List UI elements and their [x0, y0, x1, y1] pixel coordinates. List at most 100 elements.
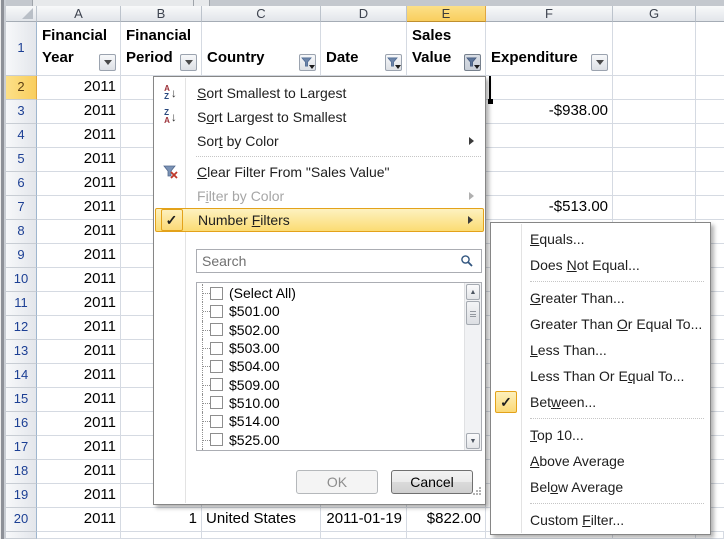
list-item-5[interactable]: $509.00 — [197, 375, 464, 393]
row-header-6[interactable]: 6 — [6, 172, 37, 196]
row-header-18[interactable]: 18 — [6, 460, 37, 484]
cell-G3[interactable] — [613, 100, 696, 124]
row-header-12[interactable]: 12 — [6, 316, 37, 340]
cell-A14[interactable]: 2011 — [37, 364, 121, 388]
cell-E20[interactable]: $822.00 — [407, 508, 486, 532]
cell-H4[interactable] — [696, 124, 724, 148]
cell-A16[interactable]: 2011 — [37, 412, 121, 436]
resize-grip[interactable] — [472, 483, 482, 501]
row-header-19[interactable]: 19 — [6, 484, 37, 508]
filter-dropdown-button-B[interactable] — [180, 54, 197, 71]
menu-item-number-filters[interactable]: ✓Number Filters — [155, 208, 484, 232]
cell-A17[interactable]: 2011 — [37, 436, 121, 460]
cell-H7[interactable] — [696, 196, 724, 220]
cell-C21-partial[interactable] — [202, 532, 321, 539]
list-item-7[interactable]: $514.00 — [197, 412, 464, 430]
search-icon[interactable] — [460, 254, 474, 273]
cell-A1[interactable]: FinancialYear — [37, 22, 121, 76]
row-header-17[interactable]: 17 — [6, 436, 37, 460]
checkbox-unchecked[interactable] — [210, 415, 223, 428]
column-header-H-partial[interactable] — [696, 6, 724, 22]
cell-A6[interactable]: 2011 — [37, 172, 121, 196]
scroll-up-button[interactable]: ▲ — [466, 284, 480, 300]
scroll-down-button[interactable]: ▼ — [466, 433, 480, 449]
select-all-corner[interactable] — [6, 6, 37, 22]
cell-F5[interactable] — [486, 148, 613, 172]
cell-B21-partial[interactable] — [121, 532, 202, 539]
cell-A2[interactable]: 2011 — [37, 76, 121, 100]
row-header-9[interactable]: 9 — [6, 244, 37, 268]
column-header-E[interactable]: E — [407, 6, 486, 22]
cell-F3[interactable]: -$938.00 — [486, 100, 613, 124]
filter-active-button-E[interactable] — [464, 54, 481, 71]
row-header-4[interactable]: 4 — [6, 124, 37, 148]
cell-A21-partial[interactable] — [37, 532, 121, 539]
list-item-2[interactable]: $502.00 — [197, 321, 464, 339]
cell-G2[interactable] — [613, 76, 696, 100]
checkbox-unchecked[interactable] — [210, 396, 223, 409]
list-item-6[interactable]: $510.00 — [197, 394, 464, 412]
list-item-1[interactable]: $501.00 — [197, 302, 464, 320]
cell-F7[interactable]: -$513.00 — [486, 196, 613, 220]
column-header-A[interactable]: A — [37, 6, 121, 22]
cell-A7[interactable]: 2011 — [37, 196, 121, 220]
submenu-item-below-average[interactable]: Below Average — [491, 474, 710, 500]
cell-H1-partial[interactable] — [696, 22, 724, 76]
checkbox-unchecked[interactable] — [210, 378, 223, 391]
menu-item-sort-by-color[interactable]: Sort by Color — [155, 129, 484, 153]
cell-H3[interactable] — [696, 100, 724, 124]
search-input[interactable] — [196, 249, 482, 273]
submenu-item-above-average[interactable]: Above Average — [491, 448, 710, 474]
row-header-14[interactable]: 14 — [6, 364, 37, 388]
scrollbar-thumb[interactable] — [466, 301, 480, 325]
row-header-3[interactable]: 3 — [6, 100, 37, 124]
filter-dropdown-button-A[interactable] — [99, 54, 116, 71]
cell-E1[interactable]: SalesValue — [407, 22, 486, 76]
cancel-button[interactable]: Cancel — [391, 470, 473, 494]
cell-A18[interactable]: 2011 — [37, 460, 121, 484]
checkbox-unchecked[interactable] — [210, 305, 223, 318]
row-header-20[interactable]: 20 — [6, 508, 37, 532]
cell-A3[interactable]: 2011 — [37, 100, 121, 124]
cell-H5[interactable] — [696, 148, 724, 172]
row-header-10[interactable]: 10 — [6, 268, 37, 292]
submenu-item-greater-than-or-equal-to[interactable]: Greater Than Or Equal To... — [491, 311, 710, 337]
row-header-7[interactable]: 7 — [6, 196, 37, 220]
cell-G4[interactable] — [613, 124, 696, 148]
cell-F6[interactable] — [486, 172, 613, 196]
row-header-2[interactable]: 2 — [6, 76, 37, 100]
cell-A10[interactable]: 2011 — [37, 268, 121, 292]
row-header-13[interactable]: 13 — [6, 340, 37, 364]
column-header-F[interactable]: F — [486, 6, 613, 22]
checkbox-unchecked[interactable] — [210, 342, 223, 355]
submenu-item-does-not-equal[interactable]: Does Not Equal... — [491, 252, 710, 278]
cell-G6[interactable] — [613, 172, 696, 196]
row-header-1[interactable]: 1 — [6, 22, 37, 76]
cell-A12[interactable]: 2011 — [37, 316, 121, 340]
cell-A4[interactable]: 2011 — [37, 124, 121, 148]
checkbox-unchecked[interactable] — [210, 287, 223, 300]
cell-A11[interactable]: 2011 — [37, 292, 121, 316]
filter-active-button-C[interactable] — [299, 54, 316, 71]
cell-A13[interactable]: 2011 — [37, 340, 121, 364]
submenu-item-equals[interactable]: Equals... — [491, 226, 710, 252]
cell-E21-partial[interactable] — [407, 532, 486, 539]
row-header-8[interactable]: 8 — [6, 220, 37, 244]
submenu-item-greater-than[interactable]: Greater Than... — [491, 285, 710, 311]
cell-B20[interactable]: 1 — [121, 508, 202, 532]
cell-A19[interactable]: 2011 — [37, 484, 121, 508]
list-item-partial[interactable] — [197, 449, 464, 451]
row-header-16[interactable]: 16 — [6, 412, 37, 436]
cell-H6[interactable] — [696, 172, 724, 196]
ok-button[interactable]: OK — [296, 470, 378, 494]
row-header-5[interactable]: 5 — [6, 148, 37, 172]
list-item-8[interactable]: $525.00 — [197, 430, 464, 448]
cell-G5[interactable] — [613, 148, 696, 172]
filter-dropdown-button-F[interactable] — [591, 54, 608, 71]
column-header-D[interactable]: D — [321, 6, 407, 22]
column-header-C[interactable]: C — [202, 6, 321, 22]
list-item-3[interactable]: $503.00 — [197, 339, 464, 357]
cell-A15[interactable]: 2011 — [37, 388, 121, 412]
active-cell-fill-handle[interactable] — [488, 99, 493, 104]
cell-D21-partial[interactable] — [321, 532, 407, 539]
